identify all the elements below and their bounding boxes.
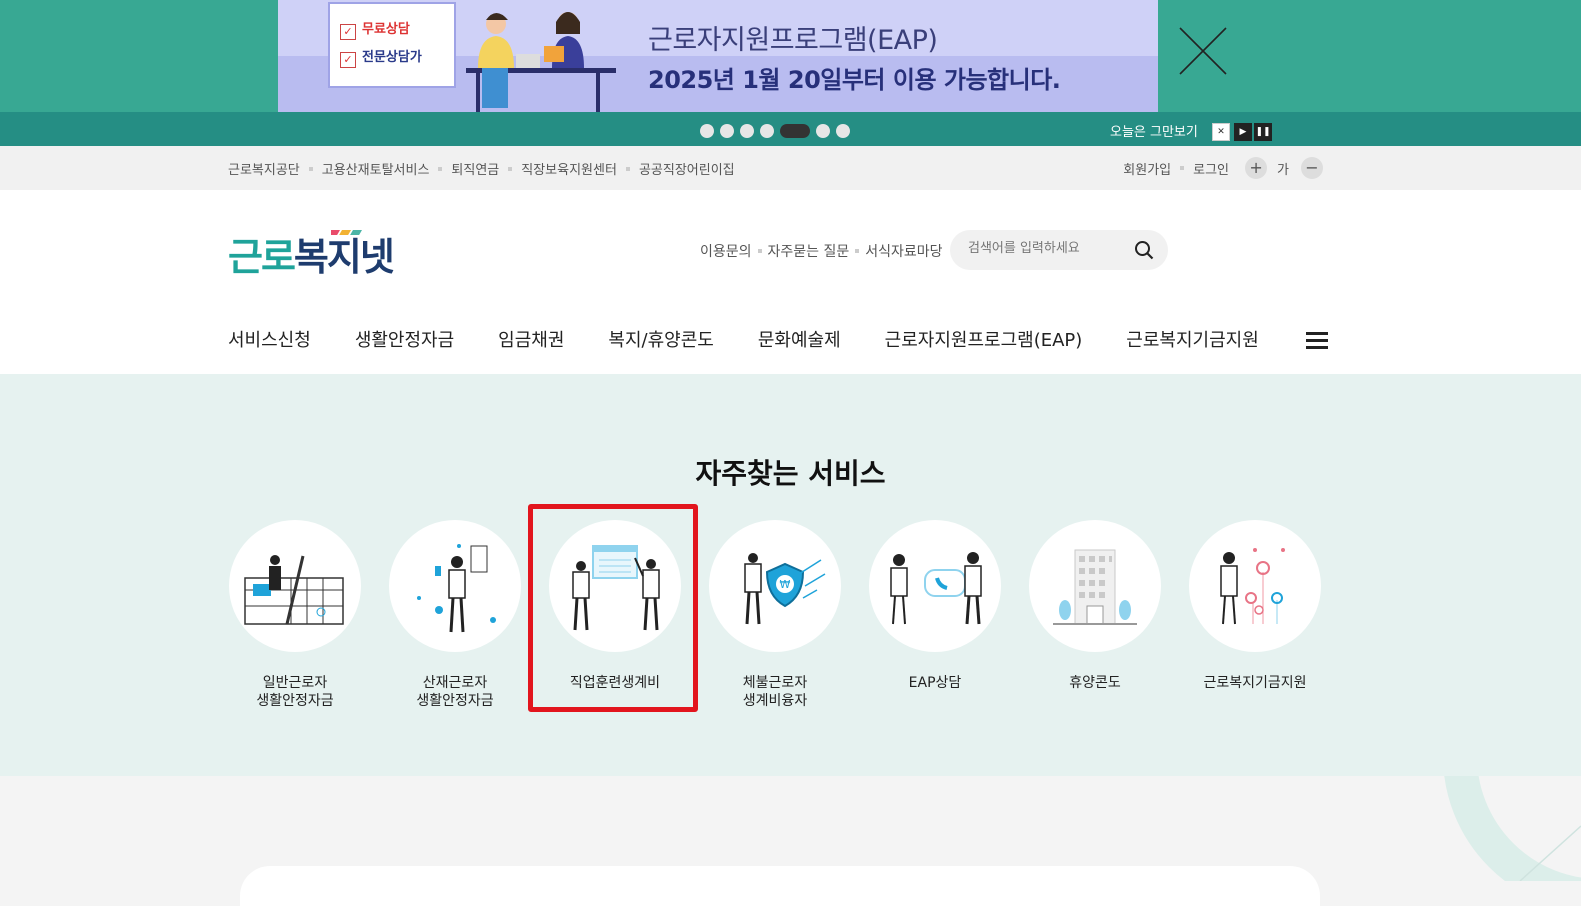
hamburger-menu-icon[interactable] [1306,332,1328,350]
nav-item-welfare-condo[interactable]: 복지/휴양콘도 [608,326,713,352]
nav-item-living-fund[interactable]: 생활안정자금 [355,326,454,352]
check-icon: ✓ [340,52,356,68]
nav-item-welfare-fund[interactable]: 근로복지기금지원 [1126,326,1258,352]
section-title: 자주찾는 서비스 [695,457,886,490]
frequent-services-section: 자주찾는 서비스 일반근로자 생활안정자금 산재근로자 생활안정자금 직업훈련생… [0,374,1581,776]
search-icon[interactable] [1134,240,1154,260]
service-item-welfare-fund[interactable]: 근로복지기금지원 [1189,520,1321,692]
font-increase-icon[interactable]: + [1245,157,1268,179]
service-icon-circle [869,520,1001,652]
quick-link-inquiry[interactable]: 이용문의 [700,241,752,261]
quick-link-forms[interactable]: 서식자료마당 [865,241,942,261]
util-link-pension[interactable]: 퇴직연금 [451,159,499,178]
search-input[interactable] [966,240,1130,257]
service-label: 체불근로자 생계비융자 [742,675,808,709]
slide-dot[interactable] [836,124,850,138]
counsel-people-illustration [466,12,616,112]
family-site-links: 근로복지공단 고용산재토탈서비스 퇴직연금 직장보육지원센터 공공직장어린이집 [228,159,735,178]
play-icon[interactable]: ▶ [1234,123,1252,141]
calendar-worker-icon [244,555,344,625]
search-box [950,230,1168,270]
slide-dot[interactable] [760,124,774,138]
util-link-daycare[interactable]: 공공직장어린이집 [639,159,735,178]
utility-bar: 근로복지공단 고용산재토탈서비스 퇴직연금 직장보육지원센터 공공직장어린이집 … [0,146,1581,191]
service-label: 일반근로자 생활안정자금 [256,675,334,709]
promo-title: 근로자지원프로그램(EAP) [648,25,938,56]
injured-worker-icon [417,544,496,633]
nav-item-service-apply[interactable]: 서비스신청 [228,326,311,352]
font-decrease-icon[interactable]: − [1301,157,1323,179]
service-icon-circle: ₩ [709,520,841,652]
promo-card-row2: 전문상담가 [362,50,422,65]
service-item-injured-fund[interactable]: 산재근로자 생활안정자금 [389,520,521,710]
quick-links: 이용문의 자주묻는 질문 서식자료마당 [700,241,943,261]
close-icon[interactable] [1178,26,1228,76]
phone-counsel-icon [890,552,982,625]
slide-dot-active[interactable] [780,124,810,138]
nav-item-eap[interactable]: 근로자지원프로그램(EAP) [885,326,1083,352]
fund-flower-icon [1220,548,1285,625]
nav-item-art-festival[interactable]: 문화예술제 [758,326,841,352]
service-label: 산재근로자 생활안정자금 [416,675,494,709]
check-icon: ✓ [340,24,356,40]
condo-building-icon [1053,549,1137,625]
site-header: 근로복지넷 이용문의 자주묻는 질문 서식자료마당 서비스신청 생활안정자금 임… [0,190,1581,375]
service-item-eap-counsel[interactable]: EAP상담 [869,520,1001,692]
nav-item-wage-claim[interactable]: 임금채권 [498,326,564,352]
service-icon-circle [389,520,521,652]
slide-dot[interactable] [816,124,830,138]
slide-indicator [700,124,850,138]
service-icon-circle [1189,520,1321,652]
today-close-label[interactable]: 오늘은 그만보기 [1110,121,1198,140]
util-link-kcomwel[interactable]: 근로복지공단 [228,159,300,178]
promo-card-row1: 무료상담 [362,22,410,37]
promo-subtitle: 2025년 1월 20일부터 이용 가능합니다. [648,66,1061,94]
logo-stripes-icon [331,230,362,235]
service-label: 휴양콘도 [1069,675,1121,691]
account-links: 회원가입 로그인 + 가 − [1123,157,1323,179]
decorative-ring [1444,776,1581,881]
service-label: EAP상담 [908,675,962,691]
main-nav: 서비스신청 생활안정자금 임금채권 복지/휴양콘도 문화예술제 근로자지원프로그… [228,326,1303,352]
join-link[interactable]: 회원가입 [1123,159,1171,178]
util-link-childcare[interactable]: 직장보육지원센터 [521,159,617,178]
service-label: 근로복지기금지원 [1203,675,1307,691]
slide-dot[interactable] [720,124,734,138]
service-icon-circle [229,520,361,652]
promo-image[interactable]: ✓ 무료상담 ✓ 전문상담가 근로자지원프로그램(EAP) 2025년 1월 20일… [278,0,1158,112]
font-size-label: 가 [1277,162,1289,178]
slide-dot[interactable] [700,124,714,138]
selection-highlight-box [528,504,698,712]
svg-text:₩: ₩ [780,578,791,591]
pause-icon[interactable]: ❚❚ [1254,123,1272,141]
service-item-condo[interactable]: 휴양콘도 [1029,520,1161,692]
service-item-unpaid-loan[interactable]: ₩ 체불근로자 생계비융자 [709,520,841,710]
service-icon-circle [1029,520,1161,652]
service-item-general-fund[interactable]: 일반근로자 생활안정자금 [229,520,361,710]
quick-link-faq[interactable]: 자주묻는 질문 [768,241,850,261]
promo-checklist-card: ✓ 무료상담 ✓ 전문상담가 [328,2,456,88]
content-card [240,866,1320,906]
promo-banner: ✓ 무료상담 ✓ 전문상담가 근로자지원프로그램(EAP) 2025년 1월 20일… [0,0,1581,146]
util-link-total[interactable]: 고용산재토탈서비스 [322,159,430,178]
today-close-x-icon[interactable]: ✕ [1212,123,1230,141]
login-link[interactable]: 로그인 [1193,159,1229,178]
wage-shield-icon: ₩ [744,553,826,625]
slide-dot[interactable] [740,124,754,138]
